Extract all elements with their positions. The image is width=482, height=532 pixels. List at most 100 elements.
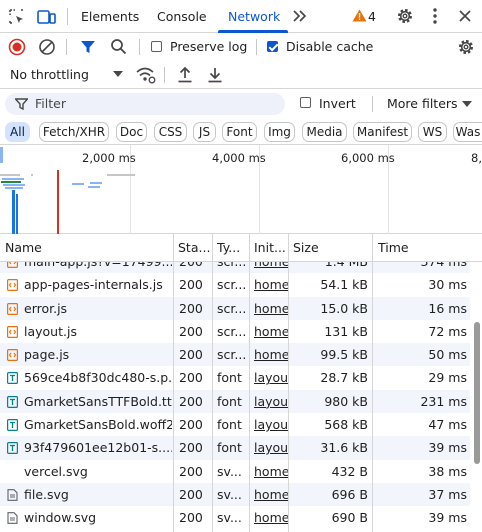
cell-initiator[interactable]: home — [254, 297, 288, 320]
network-overview[interactable]: 2,000 ms 4,000 ms 6,000 ms 8, — [0, 145, 482, 234]
filter-input[interactable]: Filter — [5, 93, 285, 115]
table-scrollbar-thumb[interactable] — [474, 322, 480, 464]
cell-initiator[interactable]: home — [254, 483, 288, 506]
type-filter-manifest[interactable]: Manifest — [353, 122, 412, 142]
export-har-icon[interactable] — [207, 66, 223, 83]
type-filter-font[interactable]: Font — [222, 122, 257, 142]
table-row[interactable]: error.js 200 scr... home 15.0 kB 16 ms — [0, 296, 470, 320]
column-header-initiator[interactable]: Init... — [254, 234, 286, 262]
cell-initiator[interactable]: layout — [254, 413, 288, 436]
inspect-element-icon[interactable] — [8, 8, 25, 25]
column-header-type[interactable]: Ty... — [217, 234, 247, 262]
dropdown-caret-icon[interactable] — [113, 71, 123, 78]
invert-label[interactable]: Invert — [319, 89, 356, 119]
type-filter-doc[interactable]: Doc — [116, 122, 147, 142]
tab-network[interactable]: Network — [228, 0, 280, 33]
tab-elements[interactable]: Elements — [81, 0, 139, 33]
requests-table-header: Name Sta... Ty... Init... Size Time — [0, 234, 482, 262]
type-filter-media[interactable]: Media — [302, 122, 347, 142]
warning-icon[interactable] — [352, 9, 367, 22]
column-header-status[interactable]: Sta... — [178, 234, 210, 262]
cell-size: 568 kB — [324, 417, 368, 433]
record-stop-icon[interactable] — [8, 38, 26, 56]
overview-selection-handle[interactable] — [0, 147, 3, 163]
cell-initiator[interactable]: home — [254, 262, 288, 273]
cell-initiator[interactable]: home — [254, 320, 288, 343]
cell-initiator[interactable]: home — [254, 506, 288, 529]
cell-time: 50 ms — [428, 347, 467, 363]
column-header-name[interactable]: Name — [5, 234, 170, 262]
type-filter-all[interactable]: All — [5, 122, 30, 142]
cell-time: 37 ms — [428, 486, 467, 502]
cell-size: 690 B — [331, 510, 368, 526]
more-tabs-chevron-icon[interactable] — [292, 9, 308, 23]
type-filter-wasm[interactable]: Was — [453, 122, 482, 142]
cell-initiator[interactable]: home — [254, 343, 288, 366]
type-filter-fetch-xhr[interactable]: Fetch/XHR — [39, 122, 109, 142]
column-header-size[interactable]: Size — [293, 234, 369, 262]
cell-status: 200 — [179, 463, 203, 479]
cell-status: 200 — [179, 277, 203, 293]
cell-time: 47 ms — [428, 417, 467, 433]
throttling-select[interactable]: No throttling — [10, 61, 89, 89]
cell-size: 28.7 kB — [320, 370, 368, 386]
cell-initiator[interactable]: home — [254, 460, 288, 483]
preserve-log-checkbox[interactable] — [151, 41, 162, 52]
table-row[interactable]: app-pages-internals.js 200 scr... home 54.1 … — [0, 273, 470, 296]
table-row[interactable]: page.js 200 scr... home 99.5 kB 50 ms — [0, 343, 470, 367]
clear-icon[interactable] — [38, 38, 56, 56]
invert-checkbox[interactable] — [300, 97, 311, 108]
settings-gear-icon[interactable] — [396, 7, 414, 25]
disable-cache-label[interactable]: Disable cache — [286, 33, 373, 61]
column-separator[interactable] — [372, 234, 373, 532]
table-row[interactable]: GmarketSansBold.woff2 200 font layout 568 kB… — [0, 413, 470, 436]
script-icon — [7, 349, 18, 362]
filter-funnel-icon[interactable] — [80, 39, 96, 55]
cell-initiator[interactable]: layout — [254, 436, 288, 459]
type-filter-ws[interactable]: WS — [418, 122, 447, 142]
type-filter-css[interactable]: CSS — [154, 122, 187, 142]
document-icon — [7, 489, 18, 501]
cell-size: 1.4 MB — [290, 262, 368, 273]
type-filter-js[interactable]: JS — [193, 122, 216, 142]
table-row[interactable]: main-app.js?v=17499... 200 scr... home1.4 M… — [0, 262, 470, 274]
tab-console[interactable]: Console — [157, 0, 207, 33]
device-toolbar-icon[interactable] — [37, 8, 56, 25]
network-conditions-icon[interactable] — [136, 66, 156, 84]
column-separator[interactable] — [288, 234, 289, 532]
table-row[interactable]: 93f479601ee12b01-s.... 200 font layout 31.6 … — [0, 436, 470, 460]
cell-size: 15.0 kB — [320, 300, 368, 316]
table-row[interactable]: vercel.svg 200 sv... home 432 B 38 ms — [0, 460, 470, 483]
cell-name: window.svg — [24, 510, 97, 526]
overview-waterfall — [0, 170, 135, 234]
table-row[interactable]: window.svg 200 sv... home 690 B 39 ms — [0, 506, 470, 529]
table-row[interactable]: 569ce4b8f30dc480-s.p... 200 font layout 28.7… — [0, 366, 470, 389]
cell-type: font — [217, 440, 242, 456]
warnings-count[interactable]: 4 — [368, 0, 376, 33]
more-filters-dropdown[interactable]: More filters — [387, 89, 458, 119]
column-separator[interactable] — [212, 234, 213, 532]
cell-initiator[interactable]: home — [254, 273, 288, 296]
dropdown-caret-icon[interactable] — [462, 101, 472, 108]
close-icon[interactable] — [458, 9, 472, 23]
column-separator[interactable] — [249, 234, 250, 532]
cell-time: 16 ms — [428, 300, 467, 316]
cell-initiator[interactable]: layout — [254, 390, 288, 413]
table-row[interactable]: GmarketSansTTFBold.ttf 200 font layout 980 k… — [0, 389, 470, 414]
divider — [66, 39, 67, 55]
table-row[interactable]: layout.js 200 scr... home 131 kB 72 ms — [0, 320, 470, 343]
table-row[interactable]: file.svg 200 sv... home 696 B 37 ms — [0, 482, 470, 507]
cell-initiator[interactable]: layout — [254, 366, 288, 389]
type-filter-img[interactable]: Img — [264, 122, 295, 142]
import-har-icon[interactable] — [177, 66, 193, 83]
search-icon[interactable] — [110, 38, 127, 55]
network-settings-gear-icon[interactable] — [457, 38, 475, 56]
column-separator[interactable] — [173, 234, 174, 532]
disable-cache-checkbox[interactable] — [267, 41, 278, 52]
cell-name: vercel.svg — [24, 463, 88, 479]
more-options-icon[interactable] — [429, 7, 441, 25]
cell-name: GmarketSansTTFBold.ttf — [24, 393, 172, 409]
column-header-time[interactable]: Time — [378, 234, 468, 262]
preserve-log-label[interactable]: Preserve log — [170, 33, 247, 61]
script-icon — [7, 302, 18, 315]
